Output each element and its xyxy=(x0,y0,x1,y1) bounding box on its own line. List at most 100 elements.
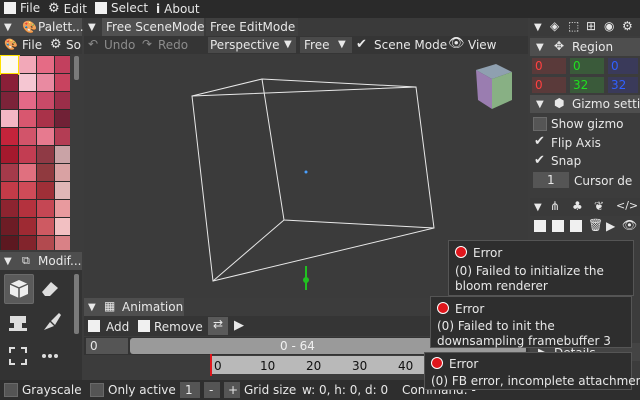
current-frame-field[interactable]: 0 xyxy=(86,338,128,354)
trash-icon[interactable]: 🗑 xyxy=(588,218,603,232)
region-d-field[interactable]: 32 xyxy=(608,77,638,93)
stamp-button[interactable] xyxy=(4,308,32,336)
color-swatch[interactable] xyxy=(19,56,36,73)
eraser-button[interactable] xyxy=(36,274,64,302)
scene-mode-checkbox[interactable]: ✔ xyxy=(356,37,367,52)
play-button[interactable]: ▶ xyxy=(234,318,244,333)
palette-scrollbar[interactable] xyxy=(74,56,79,80)
redo-button[interactable]: Redo xyxy=(158,39,188,51)
region-h-field[interactable]: 32 xyxy=(570,77,604,93)
projection-dropdown[interactable]: Perspective ▼ xyxy=(208,37,296,53)
color-swatch[interactable] xyxy=(55,200,70,217)
menu-select[interactable]: Select xyxy=(95,2,148,14)
color-swatch[interactable] xyxy=(37,200,54,217)
color-swatch[interactable] xyxy=(37,218,54,235)
color-swatch[interactable] xyxy=(37,92,54,109)
tree-icon[interactable]: ⊞ xyxy=(586,19,596,33)
color-swatch[interactable] xyxy=(55,164,70,181)
palette-file-menu[interactable]: File xyxy=(22,39,42,51)
color-swatch[interactable] xyxy=(37,146,54,163)
color-swatch[interactable] xyxy=(1,182,18,199)
region-y-field[interactable]: 0 xyxy=(570,58,604,74)
error-toast[interactable]: Error (0) Failed to initialize the bloom… xyxy=(448,240,634,296)
color-swatch[interactable] xyxy=(55,236,70,250)
settings-icon[interactable]: ⚙ xyxy=(622,19,633,33)
color-swatch[interactable] xyxy=(1,92,18,109)
palette-header[interactable]: ▼ 🎨 Palett... xyxy=(0,18,84,36)
color-swatch[interactable] xyxy=(19,200,36,217)
remove-keyframe-button[interactable]: Remove xyxy=(154,321,203,333)
color-swatch[interactable] xyxy=(55,56,70,73)
gizmo-header[interactable]: ▼ ⬢ Gizmo setti xyxy=(530,95,640,113)
region-icon[interactable]: ⬚ xyxy=(568,19,579,33)
snap-checkbox[interactable]: ✔ xyxy=(534,153,545,168)
palette-sort-menu[interactable]: So xyxy=(66,39,81,51)
leaf-icon[interactable]: ❦ xyxy=(594,199,604,213)
tab-free-scene[interactable]: Free SceneMode xyxy=(102,18,205,36)
color-swatch[interactable] xyxy=(0,55,20,75)
tree-icon[interactable]: ♣ xyxy=(572,199,583,213)
flip-axis-checkbox[interactable]: ✔ xyxy=(534,134,545,149)
only-active-checkbox[interactable] xyxy=(90,383,104,397)
collapse-arrow-icon[interactable]: ▼ xyxy=(534,202,542,213)
grid-decrease-button[interactable]: - xyxy=(204,382,220,398)
menu-about[interactable]: i About xyxy=(156,2,200,16)
color-swatch[interactable] xyxy=(37,182,54,199)
color-swatch[interactable] xyxy=(55,92,70,109)
color-swatch[interactable] xyxy=(55,146,70,163)
animation-header[interactable]: ▼ ▦ Animation xyxy=(84,298,184,316)
color-swatch[interactable] xyxy=(19,92,36,109)
play-icon[interactable]: ▶ xyxy=(606,219,615,233)
color-swatch[interactable] xyxy=(1,164,18,181)
color-swatch[interactable] xyxy=(37,74,54,91)
color-swatch[interactable] xyxy=(1,146,18,163)
color-swatch[interactable] xyxy=(37,56,54,73)
collapse-arrow-icon[interactable]: ▼ xyxy=(4,22,12,33)
error-toast[interactable]: Error (0) FB error, incomplete attachmen… xyxy=(424,352,640,390)
orientation-cube[interactable] xyxy=(476,64,512,109)
region-header[interactable]: ▼ ✥ Region xyxy=(530,38,640,56)
color-swatch[interactable] xyxy=(19,218,36,235)
view-menu[interactable]: View xyxy=(468,39,496,51)
color-swatch[interactable] xyxy=(1,236,18,250)
add-keyframe-button[interactable]: Add xyxy=(106,321,129,333)
grayscale-checkbox[interactable] xyxy=(4,383,18,397)
color-swatch[interactable] xyxy=(37,236,54,250)
color-swatch[interactable] xyxy=(1,74,18,91)
gear-icon[interactable]: ⚙ xyxy=(50,37,62,52)
color-swatch[interactable] xyxy=(55,74,70,91)
gizmo-handle[interactable] xyxy=(303,277,309,283)
color-swatch[interactable] xyxy=(55,110,70,127)
color-swatch[interactable] xyxy=(1,128,18,145)
share-icon[interactable]: ⋔ xyxy=(550,199,560,213)
color-swatch[interactable] xyxy=(19,236,36,250)
region-x-field[interactable]: 0 xyxy=(532,58,566,74)
color-swatch[interactable] xyxy=(1,218,18,235)
color-swatch[interactable] xyxy=(37,128,54,145)
color-swatch[interactable] xyxy=(55,218,70,235)
color-swatch[interactable] xyxy=(19,182,36,199)
color-swatch[interactable] xyxy=(19,74,36,91)
grid-size-field[interactable]: 1 xyxy=(180,382,200,398)
collapse-arrow-icon[interactable]: ▼ xyxy=(534,22,542,33)
camera-dropdown[interactable]: Free ▼ xyxy=(300,37,352,53)
grid-increase-button[interactable]: + xyxy=(224,382,240,398)
code-icon[interactable]: </> xyxy=(616,199,638,212)
undo-button[interactable]: Undo xyxy=(104,39,135,51)
eye-icon[interactable]: 👁 xyxy=(622,218,637,232)
collapse-arrow-icon[interactable]: ▼ xyxy=(4,256,12,267)
brush-button[interactable] xyxy=(36,308,64,336)
add-child-button[interactable] xyxy=(552,220,564,232)
expand-button[interactable] xyxy=(4,342,32,370)
color-swatch[interactable] xyxy=(37,164,54,181)
region-w-field[interactable]: 0 xyxy=(532,77,566,93)
interpolation-button[interactable]: ⇄ xyxy=(208,317,228,335)
more-button[interactable] xyxy=(36,342,64,370)
error-toast[interactable]: Error (0) Failed to init the downsamplin… xyxy=(430,296,632,348)
menu-edit[interactable]: ⚙ Edit xyxy=(48,2,87,15)
camera-icon[interactable]: ◈ xyxy=(550,19,559,33)
place-cube-button[interactable] xyxy=(4,274,34,304)
duplicate-button[interactable] xyxy=(570,220,582,232)
cursor-step-field[interactable]: 1 xyxy=(533,172,569,188)
color-swatch[interactable] xyxy=(55,128,70,145)
